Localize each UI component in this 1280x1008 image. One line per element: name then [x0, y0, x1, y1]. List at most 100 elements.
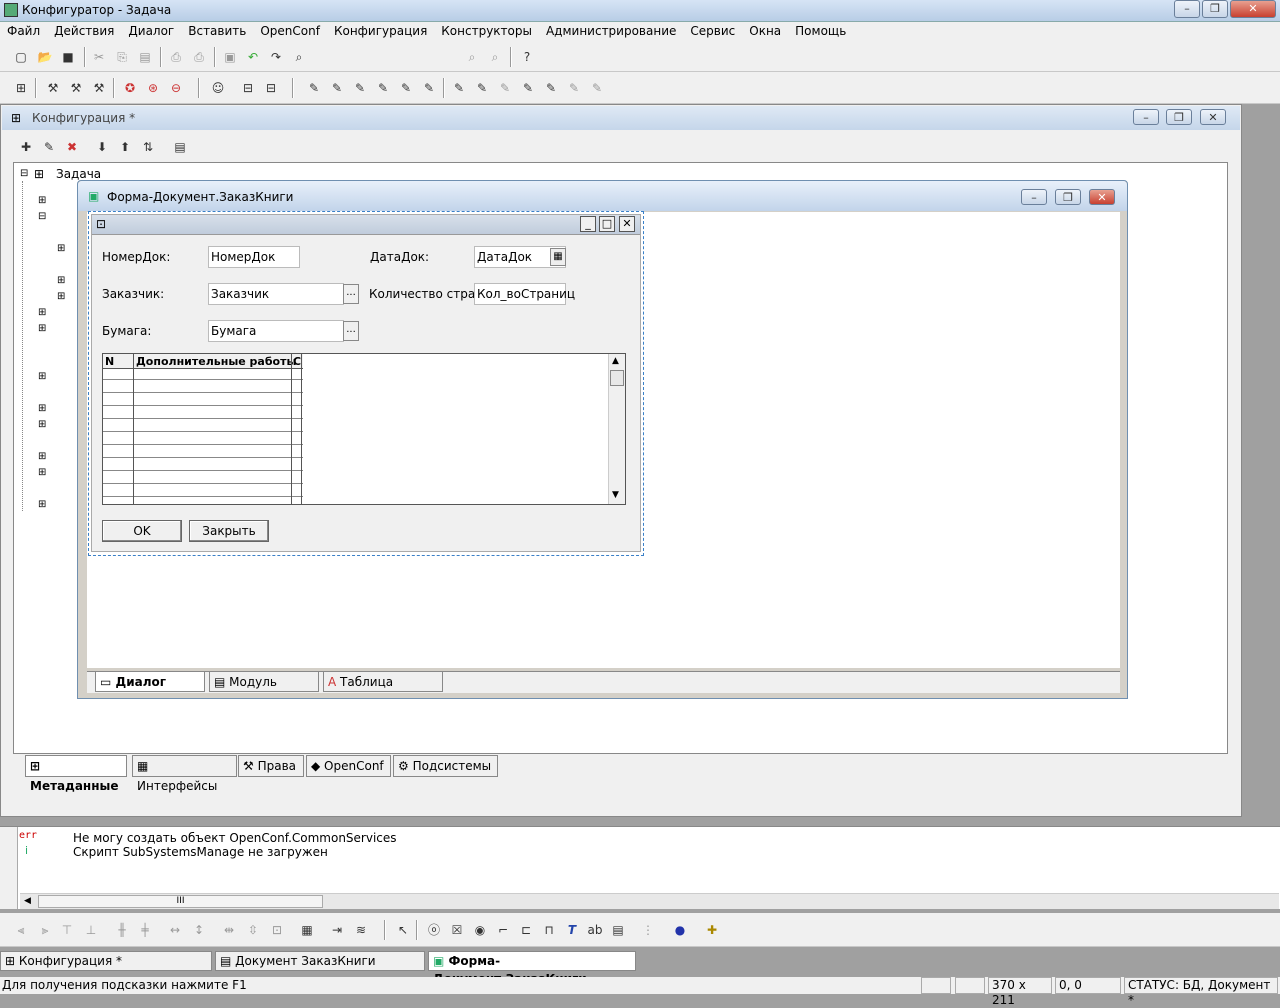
- tool-icon-8[interactable]: ⊟: [262, 80, 280, 96]
- tool-icon-6[interactable]: ⊖: [167, 80, 185, 96]
- wizard-icon-7[interactable]: ✎: [450, 80, 468, 96]
- wizard-icon-1[interactable]: ✎: [305, 80, 323, 96]
- menu-service[interactable]: Сервис: [683, 22, 742, 40]
- collapse-icon[interactable]: ⊟: [20, 168, 28, 179]
- menu-file[interactable]: Файл: [0, 22, 47, 40]
- calendar-icon[interactable]: ▦: [550, 248, 566, 266]
- wizard-icon-9[interactable]: ✎: [496, 80, 514, 96]
- tool-icon-1[interactable]: ⚒: [44, 80, 62, 96]
- tab-rights[interactable]: ⚒ Права: [238, 755, 304, 777]
- menu-openconf[interactable]: OpenConf: [253, 22, 327, 40]
- tool-icon-2[interactable]: ⚒: [67, 80, 85, 96]
- help-icon[interactable]: ?: [518, 49, 536, 65]
- grid-icon[interactable]: ▦: [298, 922, 316, 938]
- input-ctrl-icon[interactable]: ab: [586, 922, 604, 938]
- ole-ctrl-icon[interactable]: ●: [671, 922, 689, 938]
- center-dialog-icon[interactable]: ⊡: [268, 922, 286, 938]
- close-button[interactable]: ✕: [1230, 0, 1276, 18]
- center-v-icon[interactable]: ╪: [136, 922, 154, 938]
- cfg-restore-button[interactable]: ❐: [1166, 109, 1192, 125]
- find-prev-icon[interactable]: ⌕: [486, 49, 504, 65]
- tab-subsystems[interactable]: ⚙ Подсистемы: [393, 755, 498, 777]
- find-next-icon[interactable]: ⌕: [463, 49, 481, 65]
- table-ctrl-icon[interactable]: ▤: [609, 922, 627, 938]
- select-bumaga-button[interactable]: ...: [343, 321, 359, 341]
- description-icon[interactable]: ▤: [171, 139, 189, 155]
- button-ctrl-icon[interactable]: ⓞ: [425, 922, 443, 938]
- frame-ctrl-icon[interactable]: ⊏: [517, 922, 535, 938]
- layers-icon[interactable]: ≋: [352, 922, 370, 938]
- groupbox-ctrl-icon[interactable]: ⌐: [494, 922, 512, 938]
- tab-metadata[interactable]: ⊞ Метаданные: [25, 755, 127, 793]
- user-icon[interactable]: ☺: [209, 80, 227, 96]
- new-icon[interactable]: ▢: [12, 49, 30, 65]
- wizard-icon-13[interactable]: ✎: [588, 80, 606, 96]
- tab-interfaces[interactable]: ▦ Интерфейсы: [132, 755, 237, 793]
- tool-icon-7[interactable]: ⊟: [239, 80, 257, 96]
- pointer-icon[interactable]: ↖: [394, 922, 412, 938]
- menu-windows[interactable]: Окна: [742, 22, 788, 40]
- expand-icon[interactable]: ⊞: [38, 451, 46, 462]
- message-hscrollbar[interactable]: ◀ III: [20, 893, 1279, 909]
- tab-dialog[interactable]: ▭ Диалог: [95, 672, 205, 692]
- space-v-icon[interactable]: ⇳: [244, 922, 262, 938]
- tool-icon-5[interactable]: ⊛: [144, 80, 162, 96]
- wizard-icon-5[interactable]: ✎: [397, 80, 415, 96]
- menu-insert[interactable]: Вставить: [181, 22, 253, 40]
- menu-administration[interactable]: Администрирование: [539, 22, 683, 40]
- expand-icon[interactable]: ⊞: [38, 403, 46, 414]
- menu-dialog[interactable]: Диалог: [121, 22, 181, 40]
- undo-icon[interactable]: ↶: [244, 49, 262, 65]
- wizard-icon-3[interactable]: ✎: [351, 80, 369, 96]
- field-kolvo[interactable]: Кол_воСтраниц: [474, 283, 575, 305]
- align-left-icon[interactable]: ⫷: [12, 922, 30, 938]
- preview-icon[interactable]: ⎙: [190, 49, 208, 65]
- same-height-icon[interactable]: ↕: [190, 922, 208, 938]
- wizard-icon-2[interactable]: ✎: [328, 80, 346, 96]
- grid-vscrollbar[interactable]: ▲ ▼: [608, 354, 625, 504]
- panel-ctrl-icon[interactable]: ⊓: [540, 922, 558, 938]
- menu-help[interactable]: Помощь: [788, 22, 853, 40]
- tool-icon-3[interactable]: ⚒: [90, 80, 108, 96]
- expand-icon[interactable]: ⊞: [38, 419, 46, 430]
- paste-icon[interactable]: ▤: [136, 49, 154, 65]
- text-ctrl-icon[interactable]: T: [563, 922, 581, 938]
- field-bumaga[interactable]: Бумага: [208, 320, 344, 342]
- hscroll-thumb[interactable]: III: [38, 895, 323, 908]
- copy-icon[interactable]: ⎘: [113, 49, 131, 65]
- dlg-close-icon[interactable]: ✕: [619, 216, 635, 232]
- field-zakazchik[interactable]: Заказчик: [208, 283, 344, 305]
- expand-icon[interactable]: ⊞: [38, 467, 46, 478]
- expand-icon[interactable]: ⊞: [57, 291, 65, 302]
- col-n[interactable]: N: [105, 355, 114, 368]
- menu-configuration[interactable]: Конфигурация: [327, 22, 434, 40]
- tree-ctrl-icon[interactable]: ⋮: [639, 922, 657, 938]
- wizard-icon-8[interactable]: ✎: [473, 80, 491, 96]
- ok-button[interactable]: OK: [102, 520, 182, 542]
- table-grid[interactable]: N Дополнительные работы С ▲ ▼: [102, 353, 626, 505]
- add-icon[interactable]: ✚: [17, 139, 35, 155]
- task-form[interactable]: ▣ Форма-Документ.ЗаказКниги: [428, 951, 636, 986]
- same-width-icon[interactable]: ↔: [166, 922, 184, 938]
- expand-icon[interactable]: ⊞: [38, 371, 46, 382]
- restore-button[interactable]: ❐: [1202, 0, 1228, 18]
- radio-ctrl-icon[interactable]: ◉: [471, 922, 489, 938]
- expand-icon[interactable]: ⊟: [38, 211, 46, 222]
- save-icon[interactable]: ■: [59, 49, 77, 65]
- align-bottom-icon[interactable]: ⊥: [82, 922, 100, 938]
- cfg-close-button[interactable]: ✕: [1200, 109, 1226, 125]
- message-error[interactable]: Не могу создать объект OpenConf.CommonSe…: [73, 831, 397, 845]
- redo-icon[interactable]: ↷: [267, 49, 285, 65]
- task-document[interactable]: ▤ Документ ЗаказКниги: [215, 951, 425, 971]
- cut-icon[interactable]: ✂: [90, 49, 108, 65]
- config-icon[interactable]: ⊞: [12, 80, 30, 96]
- center-h-icon[interactable]: ╫: [113, 922, 131, 938]
- form-close-button[interactable]: ✕: [1089, 189, 1115, 205]
- col-extra-work[interactable]: Дополнительные работы: [136, 355, 296, 368]
- wizard-icon-10[interactable]: ✎: [519, 80, 537, 96]
- select-zakazchik-button[interactable]: ...: [343, 284, 359, 304]
- tab-module[interactable]: ▤ Модуль: [209, 672, 319, 692]
- menu-constructors[interactable]: Конструкторы: [434, 22, 539, 40]
- expand-icon[interactable]: ⊞: [38, 499, 46, 510]
- print-icon[interactable]: ⎙: [167, 49, 185, 65]
